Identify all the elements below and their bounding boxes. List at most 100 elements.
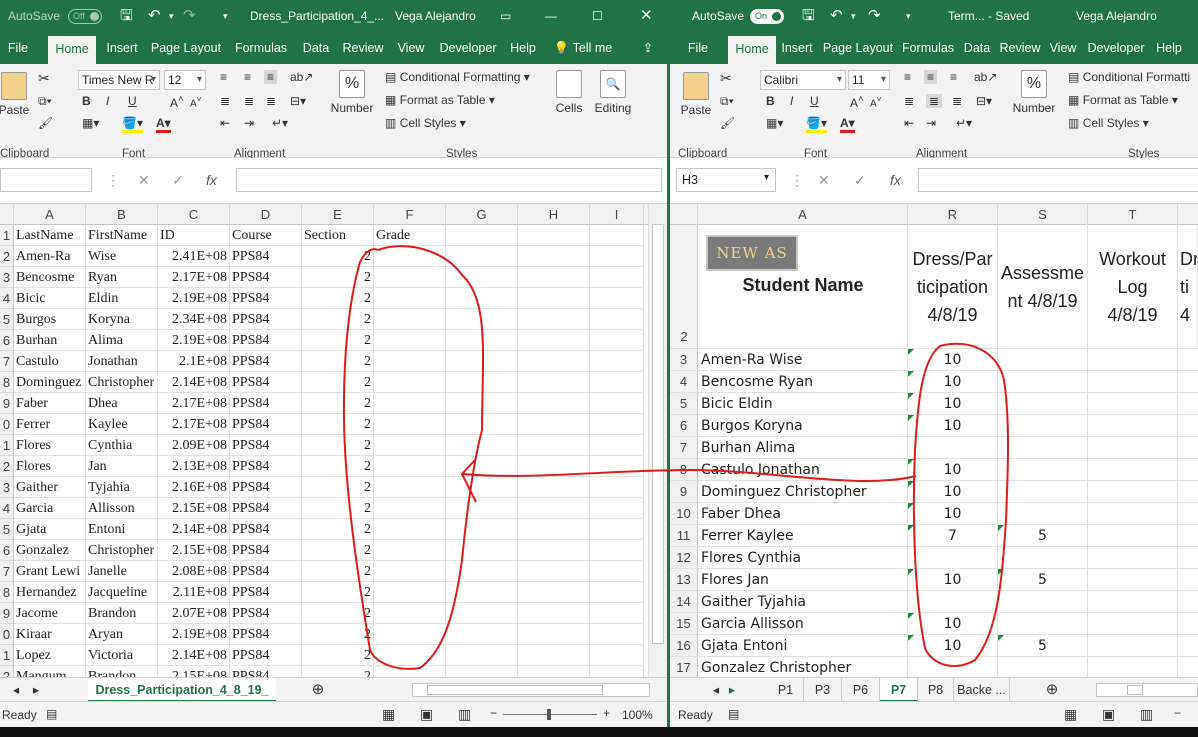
left-cell[interactable] bbox=[518, 435, 590, 456]
left-cell[interactable]: 2 bbox=[302, 456, 374, 477]
align-middle-icon[interactable]: ≡ bbox=[244, 70, 251, 84]
left-cell[interactable] bbox=[518, 372, 590, 393]
left-cell[interactable] bbox=[374, 351, 446, 372]
paste-button[interactable]: Paste bbox=[0, 72, 34, 117]
left-cell[interactable] bbox=[518, 456, 590, 477]
left-cell[interactable] bbox=[590, 309, 644, 330]
font-size-select[interactable]: 12 bbox=[164, 70, 206, 90]
left-cell[interactable]: 2.14E+08 bbox=[158, 519, 230, 540]
left-cell[interactable] bbox=[446, 330, 518, 351]
italic-button[interactable]: I bbox=[106, 94, 109, 108]
left-cell[interactable]: 2 bbox=[302, 519, 374, 540]
left-cell[interactable] bbox=[374, 540, 446, 561]
left-cell[interactable]: Entoni bbox=[86, 519, 158, 540]
error-indicator-icon[interactable] bbox=[908, 459, 914, 465]
left-cell[interactable] bbox=[590, 372, 644, 393]
tell-me-box[interactable]: 💡 Tell me bbox=[550, 32, 616, 64]
row-header-2[interactable]: 2 bbox=[670, 225, 698, 349]
error-indicator-icon[interactable] bbox=[908, 415, 914, 421]
left-cell[interactable] bbox=[518, 330, 590, 351]
left-horizontal-scrollbar[interactable] bbox=[412, 683, 650, 697]
left-cell[interactable]: 2 bbox=[302, 414, 374, 435]
right-italic-button[interactable]: I bbox=[790, 94, 793, 108]
format-as-table-button[interactable]: ▦ Format as Table ▾ bbox=[385, 93, 495, 107]
underline-button[interactable]: U bbox=[128, 94, 137, 108]
left-cell[interactable]: 2.07E+08 bbox=[158, 603, 230, 624]
left-cell[interactable]: PPS84 bbox=[230, 477, 302, 498]
left-cell[interactable] bbox=[446, 519, 518, 540]
right-tab-file[interactable]: File bbox=[680, 32, 716, 64]
sheet-nav-next[interactable]: ▸ bbox=[26, 678, 46, 702]
fill-color-icon[interactable]: 🪣▾ bbox=[122, 116, 143, 133]
tab-page-layout[interactable]: Page Layout bbox=[148, 32, 224, 64]
right-autosave-toggle[interactable]: On bbox=[746, 0, 784, 32]
customize-qat-icon[interactable]: ▾ bbox=[223, 0, 228, 32]
left-cell[interactable]: 2 bbox=[302, 603, 374, 624]
left-row-header[interactable]: 1 bbox=[0, 225, 13, 246]
left-row-header[interactable]: 7 bbox=[0, 351, 13, 372]
left-cell[interactable] bbox=[518, 498, 590, 519]
student-name-cell[interactable]: Flores Jan bbox=[698, 569, 908, 591]
left-cell[interactable]: 2.34E+08 bbox=[158, 309, 230, 330]
wrap-text-icon[interactable]: ↵▾ bbox=[272, 116, 288, 130]
left-cell[interactable] bbox=[374, 246, 446, 267]
right-align-bottom-icon[interactable]: ≡ bbox=[950, 70, 957, 84]
assessment-cell[interactable] bbox=[998, 349, 1088, 371]
left-cell[interactable]: 2.15E+08 bbox=[158, 540, 230, 561]
right-horizontal-scrollbar[interactable] bbox=[1096, 683, 1198, 697]
dress-participation-cell[interactable] bbox=[908, 657, 998, 677]
left-row-header[interactable]: 3 bbox=[0, 477, 13, 498]
right-decrease-indent-icon[interactable]: ⇤ bbox=[904, 116, 914, 130]
zoom-level[interactable]: 100% bbox=[622, 708, 653, 722]
left-cell[interactable]: Allisson bbox=[86, 498, 158, 519]
left-cell[interactable] bbox=[518, 519, 590, 540]
left-cell[interactable]: Grant Lewi bbox=[14, 561, 86, 582]
left-row-header[interactable]: 2 bbox=[0, 456, 13, 477]
left-cell[interactable]: ID bbox=[158, 225, 230, 246]
left-cell[interactable]: Cynthia bbox=[86, 435, 158, 456]
tab-help[interactable]: Help bbox=[506, 32, 540, 64]
left-cell[interactable]: 2 bbox=[302, 372, 374, 393]
next-column-cell[interactable] bbox=[1178, 635, 1198, 657]
left-cell[interactable]: 2.15E+08 bbox=[158, 498, 230, 519]
right-paste-button[interactable]: Paste bbox=[676, 72, 716, 117]
left-cell[interactable]: Section bbox=[302, 225, 374, 246]
orientation-icon[interactable]: ab↗ bbox=[290, 70, 313, 84]
left-cell[interactable]: PPS84 bbox=[230, 498, 302, 519]
page-break-view-icon[interactable]: ▥ bbox=[458, 706, 471, 723]
assessment-cell[interactable] bbox=[998, 481, 1088, 503]
right-number-format-button[interactable]: % Number bbox=[1012, 70, 1056, 115]
left-cell[interactable]: LastName bbox=[14, 225, 86, 246]
left-cell[interactable] bbox=[590, 225, 644, 246]
left-cell[interactable]: Ferrer bbox=[14, 414, 86, 435]
right-row-header[interactable]: 6 bbox=[670, 415, 698, 437]
student-name-cell[interactable]: Garcia Allisson bbox=[698, 613, 908, 635]
left-cell[interactable] bbox=[374, 519, 446, 540]
left-cell[interactable] bbox=[590, 624, 644, 645]
enter-icon[interactable]: ✓ bbox=[172, 168, 184, 192]
workout-log-cell[interactable] bbox=[1088, 481, 1178, 503]
left-cell[interactable] bbox=[518, 477, 590, 498]
right-save-icon[interactable]: 🖫 bbox=[802, 0, 815, 32]
left-cell[interactable]: Gonzalez bbox=[14, 540, 86, 561]
left-cell[interactable]: Jonathan bbox=[86, 351, 158, 372]
left-cell[interactable] bbox=[590, 330, 644, 351]
increase-indent-icon[interactable]: ⇥ bbox=[244, 116, 254, 130]
left-cell[interactable] bbox=[446, 372, 518, 393]
left-col-header-i[interactable]: I bbox=[590, 204, 644, 225]
right-row-header[interactable]: 10 bbox=[670, 503, 698, 525]
left-cell[interactable]: Course bbox=[230, 225, 302, 246]
left-cell[interactable]: Gaither bbox=[14, 477, 86, 498]
share-icon[interactable]: ⇪ bbox=[636, 32, 660, 64]
workout-log-cell[interactable] bbox=[1088, 525, 1178, 547]
student-name-header-cell[interactable]: NEW AS Student Name bbox=[698, 225, 908, 349]
right-page-break-view-icon[interactable]: ▥ bbox=[1140, 706, 1153, 723]
left-cell[interactable]: Christopher bbox=[86, 372, 158, 393]
number-format-button[interactable]: % Number bbox=[330, 70, 374, 115]
student-name-cell[interactable]: Bicic Eldin bbox=[698, 393, 908, 415]
left-cell[interactable]: 2.41E+08 bbox=[158, 246, 230, 267]
left-cell[interactable] bbox=[518, 225, 590, 246]
workout-log-cell[interactable] bbox=[1088, 459, 1178, 481]
left-row-header[interactable]: 1 bbox=[0, 645, 13, 666]
left-cell[interactable]: 2 bbox=[302, 309, 374, 330]
